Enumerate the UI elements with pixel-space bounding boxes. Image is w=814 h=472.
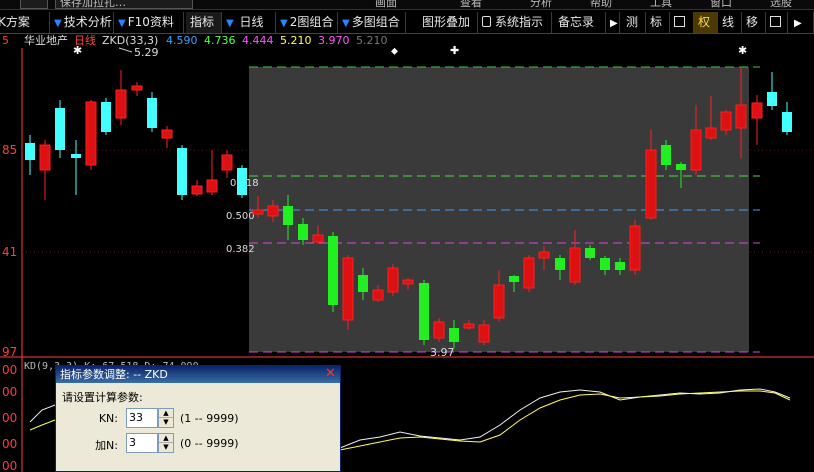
candle-body: [358, 275, 368, 292]
candle-body: [221, 154, 233, 171]
addn-spinner[interactable]: ▲ ▼: [158, 433, 174, 453]
candle-body: [600, 258, 610, 270]
candle-body: [735, 104, 747, 129]
addn-input[interactable]: 3: [126, 433, 158, 453]
candle-body: [720, 111, 732, 131]
candle-body: [372, 289, 384, 301]
price-axis-label: 41: [2, 245, 17, 259]
candle-body: [252, 209, 264, 215]
candle-body: [71, 154, 81, 158]
star-marker-icon: ✱: [73, 44, 82, 57]
candle-body: [191, 185, 203, 195]
candle-body: [161, 129, 173, 139]
candle-body: [449, 328, 459, 342]
low-price-label: 3.97: [430, 346, 455, 359]
candle-body: [177, 148, 187, 195]
candle-body: [751, 102, 763, 119]
sub-axis-label: 00: [2, 411, 17, 425]
param-label-addn: 加N:: [95, 439, 118, 452]
sub-axis-label: 00: [2, 363, 17, 377]
candle-body: [402, 279, 414, 285]
candle-body: [615, 262, 625, 270]
candle-body: [478, 324, 490, 343]
candle-body: [39, 144, 51, 171]
candle-body: [298, 224, 308, 240]
candle-body: [645, 149, 657, 219]
sub-axis-label: 00: [2, 437, 17, 451]
candle-body: [509, 276, 519, 282]
price-axis-label: 97: [2, 345, 17, 359]
candle-body: [523, 257, 535, 289]
candle-body: [676, 164, 686, 170]
spin-up-icon[interactable]: ▲: [159, 434, 173, 443]
candle-body: [419, 283, 429, 340]
candle-body: [131, 85, 143, 91]
candle-body: [569, 247, 581, 283]
candle-body: [661, 145, 671, 165]
spin-up-icon[interactable]: ▲: [159, 409, 173, 418]
spin-down-icon[interactable]: ▼: [159, 418, 173, 427]
candle-body: [206, 179, 218, 193]
param-dialog: 指标参数调整: -- ZKD ✕ 请设置计算参数: KN: 33 ▲ ▼ (1 …: [55, 365, 341, 472]
candle-body: [433, 321, 445, 339]
candle-body: [237, 168, 247, 195]
candle-body: [782, 112, 792, 132]
kn-input[interactable]: 33: [126, 408, 158, 428]
high-price-label: 5.29: [134, 46, 159, 59]
candle-body: [312, 234, 324, 243]
high-price-leader: [118, 47, 133, 53]
price-axis-label: 85: [2, 143, 17, 157]
dialog-body: 请设置计算参数: KN: 33 ▲ ▼ (1 -- 9999) 加N: 3 ▲ …: [56, 383, 340, 455]
dialog-prompt: 请设置计算参数:: [62, 391, 143, 404]
kn-spinner[interactable]: ▲ ▼: [158, 408, 174, 428]
candle-body: [493, 284, 505, 319]
candle-body: [25, 143, 35, 160]
candle-body: [147, 98, 157, 128]
param-label-kn: KN:: [98, 412, 118, 425]
plus-marker-icon: ✚: [450, 44, 459, 57]
star-marker-icon: ✱: [738, 44, 747, 57]
fib-0382-label: 0.382: [226, 244, 255, 255]
candle-body: [629, 225, 641, 271]
param-row-kn: KN: 33 ▲ ▼ (1 -- 9999): [62, 408, 334, 430]
candle-body: [387, 267, 399, 293]
candle-body: [538, 251, 550, 259]
candle-body: [267, 205, 279, 217]
sub-axis-label: 00: [2, 385, 17, 399]
kn-range: (1 -- 9999): [180, 412, 239, 425]
spin-down-icon[interactable]: ▼: [159, 443, 173, 452]
close-icon[interactable]: ✕: [324, 367, 337, 381]
candle-body: [555, 258, 565, 270]
param-row-addn: 加N: 3 ▲ ▼ (0 -- 9999): [62, 433, 334, 455]
candle-body: [328, 236, 338, 305]
sub-axis-label: 00: [2, 459, 17, 472]
candle-body: [463, 323, 475, 329]
dialog-titlebar[interactable]: 指标参数调整: -- ZKD ✕: [56, 366, 340, 383]
fib-0500-label: 0.500: [226, 211, 255, 222]
candle-body: [690, 129, 702, 171]
addn-range: (0 -- 9999): [180, 437, 239, 450]
candle-body: [342, 257, 354, 321]
candle-body: [283, 206, 293, 225]
candle-body: [705, 127, 717, 139]
candle-body: [767, 92, 777, 106]
candle-body: [55, 108, 65, 150]
candle-body: [101, 102, 111, 132]
diamond-marker-icon: ⬥: [391, 46, 398, 57]
candle-body: [115, 89, 127, 119]
candle-body: [585, 248, 595, 258]
dialog-title: 指标参数调整: -- ZKD: [60, 368, 168, 381]
candle-body: [85, 101, 97, 166]
